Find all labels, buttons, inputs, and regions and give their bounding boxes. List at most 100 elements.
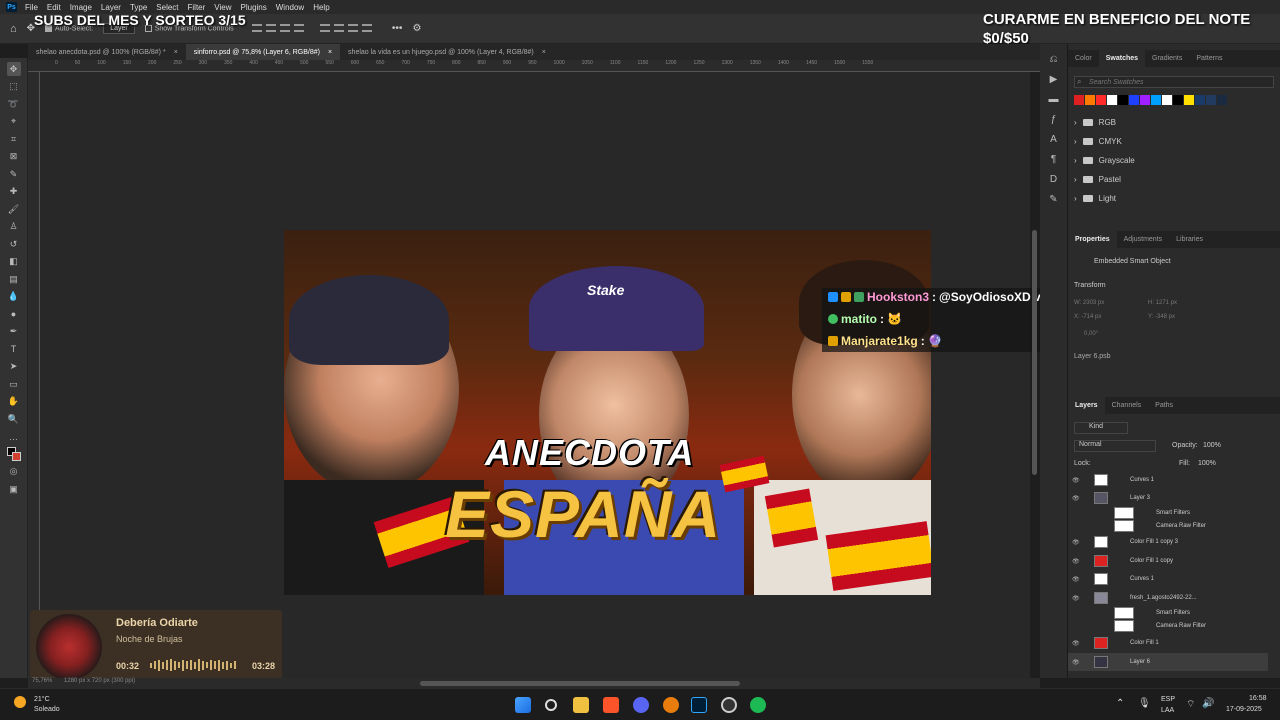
character-icon[interactable]: A [1050, 134, 1057, 145]
eye-icon[interactable]: 👁 [1072, 640, 1084, 647]
lasso-tool-icon[interactable]: ➰ [7, 97, 21, 111]
layer-row[interactable]: 👁 Color Fill 1 copy 3 [1068, 533, 1268, 551]
eyedropper-tool-icon[interactable]: ✎ [7, 167, 21, 181]
align-right-icon[interactable] [279, 23, 290, 32]
crop-tool-icon[interactable]: ⌗ [7, 132, 21, 146]
color-swatches-icon[interactable] [6, 447, 21, 461]
layer-row[interactable]: Camera Raw Filter [1068, 617, 1268, 635]
dodge-tool-icon[interactable]: ● [7, 307, 21, 321]
vertical-scrollbar[interactable] [1032, 230, 1037, 475]
hand-tool-icon[interactable]: ✋ [7, 395, 21, 409]
menu-select[interactable]: Select [156, 3, 178, 12]
tab-libraries[interactable]: Libraries [1169, 231, 1210, 248]
tab-gradients[interactable]: Gradients [1145, 50, 1189, 67]
blur-tool-icon[interactable]: 💧 [7, 290, 21, 304]
horizontal-ruler[interactable]: 0 50 100 150 200 250 300 350 400 450 500 550 600 650 7… [28, 60, 1040, 72]
layer-filter-dropdown[interactable]: Kind [1074, 422, 1128, 434]
plugin-icon[interactable]: D [1050, 174, 1057, 185]
quick-mask-icon[interactable]: ◎ [7, 465, 21, 479]
color-swatch[interactable] [1173, 95, 1183, 105]
color-swatch[interactable] [1129, 95, 1139, 105]
gradient-tool-icon[interactable]: ▤ [7, 272, 21, 286]
align-top-icon[interactable] [319, 23, 330, 32]
eye-icon[interactable]: 👁 [1072, 495, 1084, 502]
eye-icon[interactable]: 👁 [1072, 477, 1084, 484]
blender-icon[interactable] [663, 697, 679, 713]
clock-time[interactable]: 16:58 [1249, 695, 1267, 702]
layer-row[interactable]: 👁 Layer 6 [1068, 653, 1268, 671]
frame-tool-icon[interactable]: ⊠ [7, 150, 21, 164]
microphone-icon[interactable]: 🎙 [1138, 698, 1151, 709]
distribute-icon[interactable] [361, 23, 372, 32]
tab-properties[interactable]: Properties [1068, 231, 1117, 248]
eye-icon[interactable]: 👁 [1072, 659, 1084, 666]
menu-edit[interactable]: Edit [47, 3, 61, 12]
weather-icon[interactable] [14, 696, 26, 708]
healing-brush-icon[interactable]: ✚ [7, 185, 21, 199]
height-field[interactable]: H: 1271 px [1148, 300, 1177, 306]
history-icon[interactable]: ⎌ [1050, 54, 1058, 65]
swatch-folder-cmyk[interactable]: › CMYK [1074, 137, 1122, 146]
wifi-icon[interactable]: ⌔ [1186, 698, 1195, 711]
tab-layers[interactable]: Layers [1068, 397, 1105, 414]
tab-patterns[interactable]: Patterns [1189, 50, 1229, 67]
eye-icon[interactable]: 👁 [1072, 539, 1084, 546]
volume-icon[interactable]: 🔊 [1202, 698, 1214, 709]
opacity-field[interactable]: 100% [1203, 442, 1221, 449]
type-tool-icon[interactable]: T [7, 342, 21, 356]
layer-row[interactable]: 👁 Curves 1 [1068, 471, 1268, 489]
blend-mode-dropdown[interactable]: Normal [1074, 440, 1156, 452]
tab-swatches[interactable]: Swatches [1098, 50, 1146, 67]
clock-date[interactable]: 17-09-2025 [1226, 706, 1262, 713]
color-swatch[interactable] [1118, 95, 1128, 105]
pen-tool-icon[interactable]: ✒ [7, 325, 21, 339]
comment-icon[interactable]: ▬ [1049, 94, 1059, 105]
home-icon[interactable]: ⌂ [10, 23, 17, 35]
menu-plugins[interactable]: Plugins [241, 3, 267, 12]
width-field[interactable]: W: 2303 px [1074, 300, 1104, 306]
tab-color[interactable]: Color [1068, 50, 1099, 67]
color-swatch[interactable] [1140, 95, 1150, 105]
eye-icon[interactable]: 👁 [1072, 576, 1084, 583]
tab-shelao-anecdota[interactable]: shelao anecdota.psd @ 100% (RGB/8#) * × [28, 44, 186, 60]
gear-icon[interactable]: ⚙ [412, 23, 421, 34]
color-swatch[interactable] [1151, 95, 1161, 105]
tab-sinforro[interactable]: sinforro.psd @ 75,8% (Layer 6, RGB/8#) × [185, 44, 341, 60]
align-bottom-icon[interactable] [347, 23, 358, 32]
horizontal-scrollbar[interactable] [420, 681, 740, 686]
history-brush-icon[interactable]: ↺ [7, 237, 21, 251]
discord-icon[interactable] [633, 697, 649, 713]
close-icon[interactable]: × [174, 49, 178, 56]
layer-row[interactable]: 👁 Curves 1 [1068, 570, 1268, 588]
menu-type[interactable]: Type [130, 3, 147, 12]
language-indicator[interactable]: ESP [1161, 696, 1175, 703]
eraser-tool-icon[interactable]: ◧ [7, 255, 21, 269]
y-field[interactable]: Y: -348 px [1148, 314, 1175, 320]
chevron-up-icon[interactable]: ⌃ [1116, 698, 1124, 709]
eye-icon[interactable]: 👁 [1072, 558, 1084, 565]
close-icon[interactable]: × [328, 49, 332, 56]
swatch-search-input[interactable]: Search Swatches [1074, 76, 1274, 88]
weather-text[interactable]: Soleado [34, 706, 60, 713]
layer-row[interactable]: 👁 Color Fill 1 [1068, 634, 1268, 652]
color-swatch[interactable] [1217, 95, 1227, 105]
vertical-ruler[interactable] [28, 72, 40, 678]
color-swatch[interactable] [1074, 95, 1084, 105]
color-swatch[interactable] [1085, 95, 1095, 105]
path-select-icon[interactable]: ➤ [7, 360, 21, 374]
tab-shelao-la-vida[interactable]: shelao la vida es un hjuego.psd @ 100% (… [340, 44, 554, 60]
more-options-icon[interactable]: ••• [392, 23, 403, 34]
language-indicator-sub[interactable]: LAA [1161, 707, 1174, 714]
menu-window[interactable]: Window [276, 3, 304, 12]
stamp-tool-icon[interactable]: ♙ [7, 220, 21, 234]
paragraph-icon[interactable]: ¶ [1051, 154, 1056, 165]
spotify-icon[interactable] [750, 697, 766, 713]
swatch-folder-pastel[interactable]: › Pastel [1074, 175, 1121, 184]
swatch-folder-light[interactable]: › Light [1074, 194, 1116, 203]
menu-file[interactable]: File [25, 3, 38, 12]
brush-settings-icon[interactable]: ✎ [1049, 194, 1057, 205]
zoom-tool-icon[interactable]: 🔍 [7, 412, 21, 426]
swatch-folder-rgb[interactable]: › RGB [1074, 118, 1116, 127]
color-swatch[interactable] [1184, 95, 1194, 105]
color-swatch[interactable] [1162, 95, 1172, 105]
